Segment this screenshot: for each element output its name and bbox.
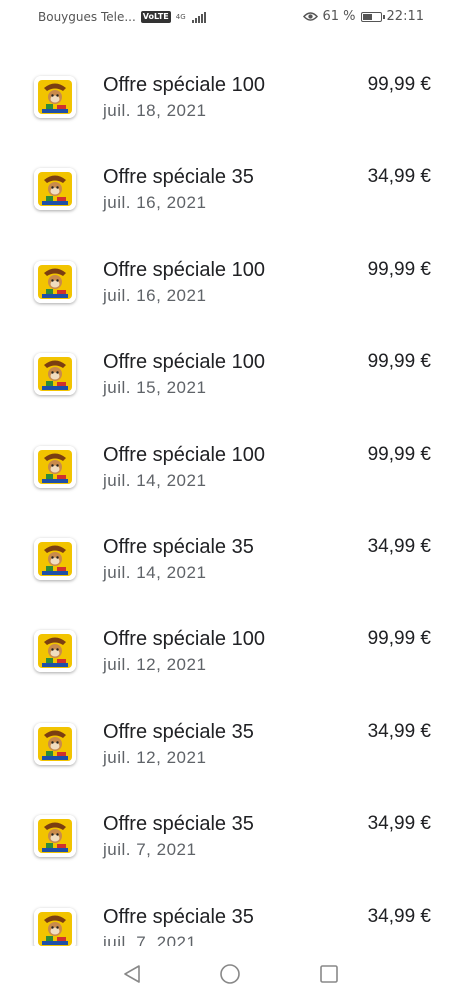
battery-percent: 61 % [322, 9, 356, 24]
purchase-title: Offre spéciale 100 [103, 628, 265, 650]
eye-comfort-icon [302, 12, 318, 21]
purchase-date: juil. 14, 2021 [103, 471, 207, 490]
purchase-history-list[interactable]: Offre spéciale 100 juil. 18, 2021 99,99 € O… [0, 56, 462, 946]
battery-level [362, 13, 372, 20]
purchase-title: Offre spéciale 100 [103, 74, 265, 96]
purchase-row[interactable]: Offre spéciale 35 juil. 16, 2021 34,99 € [0, 148, 462, 240]
clock: 22:11 [386, 9, 424, 24]
purchase-title: Offre spéciale 35 [103, 721, 254, 743]
purchase-price: 34,99 € [367, 813, 431, 834]
purchase-price: 99,99 € [367, 351, 431, 372]
purchase-title: Offre spéciale 35 [103, 813, 254, 835]
purchase-title: Offre spéciale 35 [103, 536, 254, 558]
signal-icon [191, 11, 206, 23]
network-type-icon: 4G [175, 12, 186, 21]
purchase-row[interactable]: Offre spéciale 100 juil. 18, 2021 99,99 € [0, 56, 462, 148]
purchase-row[interactable]: Offre spéciale 100 juil. 12, 2021 99,99 € [0, 610, 462, 702]
game-app-icon [34, 353, 76, 395]
purchase-row[interactable]: Offre spéciale 35 juil. 7, 2021 34,99 € [0, 888, 462, 946]
purchase-date: juil. 16, 2021 [103, 286, 207, 305]
purchase-price: 99,99 € [367, 444, 431, 465]
purchase-date: juil. 12, 2021 [103, 655, 207, 674]
status-right: 61 % 22:11 [302, 9, 424, 24]
purchase-row[interactable]: Offre spéciale 100 juil. 14, 2021 99,99 € [0, 426, 462, 518]
navigation-bar [0, 950, 462, 1000]
purchase-date: juil. 16, 2021 [103, 193, 207, 212]
battery-icon [360, 11, 385, 22]
status-left: Bouygues Tele... VoLTE 4G [38, 10, 206, 24]
game-app-icon [34, 168, 76, 210]
status-bar: Bouygues Tele... VoLTE 4G 61 % 22:11 [0, 0, 462, 36]
purchase-date: juil. 15, 2021 [103, 378, 207, 397]
home-circle-icon[interactable] [218, 962, 242, 986]
purchase-price: 34,99 € [367, 536, 431, 557]
network-type-label: 4G [175, 12, 186, 21]
purchase-title: Offre spéciale 35 [103, 906, 254, 928]
purchase-row[interactable]: Offre spéciale 35 juil. 14, 2021 34,99 € [0, 518, 462, 610]
purchase-title: Offre spéciale 100 [103, 351, 265, 373]
purchase-price: 34,99 € [367, 906, 431, 927]
game-app-icon [34, 815, 76, 857]
game-app-icon [34, 261, 76, 303]
purchase-price: 99,99 € [367, 259, 431, 280]
purchase-row[interactable]: Offre spéciale 100 juil. 16, 2021 99,99 € [0, 241, 462, 333]
purchase-date: juil. 18, 2021 [103, 101, 207, 120]
purchase-row[interactable]: Offre spéciale 35 juil. 12, 2021 34,99 € [0, 703, 462, 795]
purchase-title: Offre spéciale 100 [103, 444, 265, 466]
purchase-row[interactable]: Offre spéciale 100 juil. 15, 2021 99,99 € [0, 333, 462, 425]
purchase-date: juil. 14, 2021 [103, 563, 207, 582]
purchase-price: 34,99 € [367, 721, 431, 742]
purchase-price: 34,99 € [367, 166, 431, 187]
purchase-title: Offre spéciale 100 [103, 259, 265, 281]
game-app-icon [34, 538, 76, 580]
purchase-date: juil. 7, 2021 [103, 840, 197, 859]
game-app-icon [34, 76, 76, 118]
purchase-date: juil. 7, 2021 [103, 933, 197, 946]
purchase-price: 99,99 € [367, 74, 431, 95]
game-app-icon [34, 446, 76, 488]
carrier-name: Bouygues Tele... [38, 10, 136, 24]
purchase-title: Offre spéciale 35 [103, 166, 254, 188]
purchase-date: juil. 12, 2021 [103, 748, 207, 767]
game-app-icon [34, 630, 76, 672]
game-app-icon [34, 723, 76, 765]
purchase-row[interactable]: Offre spéciale 35 juil. 7, 2021 34,99 € [0, 795, 462, 887]
purchase-price: 99,99 € [367, 628, 431, 649]
recent-apps-square-icon[interactable] [317, 962, 341, 986]
back-triangle-icon[interactable] [120, 962, 144, 986]
volte-badge: VoLTE [140, 11, 171, 23]
game-app-icon [34, 908, 76, 946]
